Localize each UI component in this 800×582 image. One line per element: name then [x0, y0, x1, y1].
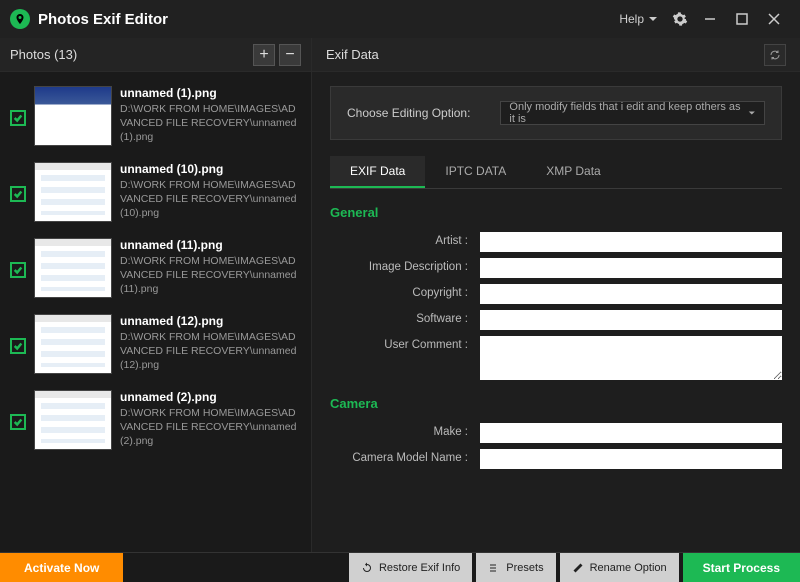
exif-tabs: EXIF Data IPTC DATA XMP Data	[330, 156, 782, 189]
photo-path: D:\WORK FROM HOME\IMAGES\ADVANCED FILE R…	[120, 102, 301, 145]
presets-icon	[488, 562, 500, 574]
label-artist: Artist :	[330, 232, 480, 247]
close-icon	[768, 13, 780, 25]
label-copyright: Copyright :	[330, 284, 480, 299]
photo-path: D:\WORK FROM HOME\IMAGES\ADVANCED FILE R…	[120, 330, 301, 373]
photo-text: unnamed (10).png D:\WORK FROM HOME\IMAGES…	[120, 162, 301, 221]
photo-path: D:\WORK FROM HOME\IMAGES\ADVANCED FILE R…	[120, 254, 301, 297]
tab-iptc-data[interactable]: IPTC DATA	[425, 156, 526, 188]
photo-thumbnail[interactable]	[34, 314, 112, 374]
exif-header: Exif Data	[312, 38, 800, 72]
photo-text: unnamed (11).png D:\WORK FROM HOME\IMAGES…	[120, 238, 301, 297]
chevron-down-icon	[648, 14, 658, 24]
footer: Activate Now Restore Exif Info Presets R…	[0, 552, 800, 582]
check-icon	[13, 189, 23, 199]
photo-text: unnamed (12).png D:\WORK FROM HOME\IMAGES…	[120, 314, 301, 373]
photo-name: unnamed (10).png	[120, 162, 301, 176]
section-camera: Camera Make : Camera Model Name :	[330, 396, 782, 469]
presets-button[interactable]: Presets	[476, 553, 555, 582]
start-process-button[interactable]: Start Process	[683, 553, 800, 582]
photo-thumbnail[interactable]	[34, 238, 112, 298]
chevron-down-icon	[748, 109, 756, 117]
add-photo-button[interactable]: +	[253, 44, 275, 66]
settings-button[interactable]	[666, 5, 694, 33]
photos-list[interactable]: unnamed (1).png D:\WORK FROM HOME\IMAGES\…	[0, 72, 311, 552]
rename-option-button[interactable]: Rename Option	[560, 553, 679, 582]
editing-option-select[interactable]: Only modify fields that i edit and keep …	[500, 101, 765, 125]
photo-text: unnamed (1).png D:\WORK FROM HOME\IMAGES\…	[120, 86, 301, 145]
input-software[interactable]	[480, 310, 782, 330]
gear-icon	[672, 11, 688, 27]
photo-thumbnail[interactable]	[34, 162, 112, 222]
section-general-title: General	[330, 205, 782, 220]
photo-checkbox[interactable]	[10, 110, 26, 126]
editing-option-label: Choose Editing Option:	[347, 106, 470, 120]
close-button[interactable]	[758, 3, 790, 35]
photo-item[interactable]: unnamed (12).png D:\WORK FROM HOME\IMAGES…	[0, 306, 311, 382]
input-user-comment[interactable]	[480, 336, 782, 380]
label-make: Make :	[330, 423, 480, 438]
photos-count: Photos (13)	[10, 47, 77, 62]
input-camera-model[interactable]	[480, 449, 782, 469]
check-icon	[13, 113, 23, 123]
app-logo	[10, 9, 30, 29]
photo-name: unnamed (2).png	[120, 390, 301, 404]
minimize-icon	[704, 13, 716, 25]
refresh-button[interactable]	[764, 44, 786, 66]
photo-checkbox[interactable]	[10, 414, 26, 430]
tab-exif-data[interactable]: EXIF Data	[330, 156, 425, 188]
help-label: Help	[619, 12, 644, 26]
photo-checkbox[interactable]	[10, 186, 26, 202]
minimize-button[interactable]	[694, 3, 726, 35]
photo-name: unnamed (11).png	[120, 238, 301, 252]
editing-option-bar: Choose Editing Option: Only modify field…	[330, 86, 782, 140]
check-icon	[13, 417, 23, 427]
refresh-icon	[769, 49, 781, 61]
remove-photo-button[interactable]: −	[279, 44, 301, 66]
photo-path: D:\WORK FROM HOME\IMAGES\ADVANCED FILE R…	[120, 178, 301, 221]
photo-name: unnamed (12).png	[120, 314, 301, 328]
photos-panel: Photos (13) + − unnamed (1).png D:\WORK F…	[0, 38, 312, 552]
presets-label: Presets	[506, 562, 543, 574]
photo-checkbox[interactable]	[10, 262, 26, 278]
input-copyright[interactable]	[480, 284, 782, 304]
input-make[interactable]	[480, 423, 782, 443]
rename-label: Rename Option	[590, 562, 667, 574]
label-image-description: Image Description :	[330, 258, 480, 273]
exif-panel: Exif Data Choose Editing Option: Only mo…	[312, 38, 800, 552]
photos-header: Photos (13) + −	[0, 38, 311, 72]
section-camera-title: Camera	[330, 396, 782, 411]
label-user-comment: User Comment :	[330, 336, 480, 351]
check-icon	[13, 265, 23, 275]
photo-item[interactable]: unnamed (11).png D:\WORK FROM HOME\IMAGES…	[0, 230, 311, 306]
restore-exif-label: Restore Exif Info	[379, 562, 460, 574]
input-artist[interactable]	[480, 232, 782, 252]
maximize-button[interactable]	[726, 3, 758, 35]
photo-item[interactable]: unnamed (2).png D:\WORK FROM HOME\IMAGES\…	[0, 382, 311, 458]
exif-title: Exif Data	[326, 47, 379, 62]
section-general: General Artist : Image Description : Cop…	[330, 205, 782, 380]
photo-path: D:\WORK FROM HOME\IMAGES\ADVANCED FILE R…	[120, 406, 301, 449]
help-menu[interactable]: Help	[619, 12, 658, 26]
photo-checkbox[interactable]	[10, 338, 26, 354]
rename-icon	[572, 562, 584, 574]
photo-item[interactable]: unnamed (1).png D:\WORK FROM HOME\IMAGES\…	[0, 78, 311, 154]
photo-thumbnail[interactable]	[34, 390, 112, 450]
photo-item[interactable]: unnamed (10).png D:\WORK FROM HOME\IMAGES…	[0, 154, 311, 230]
check-icon	[13, 341, 23, 351]
restore-exif-button[interactable]: Restore Exif Info	[349, 553, 472, 582]
titlebar: Photos Exif Editor Help	[0, 0, 800, 38]
label-camera-model: Camera Model Name :	[330, 449, 480, 464]
photo-name: unnamed (1).png	[120, 86, 301, 100]
restore-icon	[361, 562, 373, 574]
label-software: Software :	[330, 310, 480, 325]
photo-text: unnamed (2).png D:\WORK FROM HOME\IMAGES\…	[120, 390, 301, 449]
photo-thumbnail[interactable]	[34, 86, 112, 146]
app-title: Photos Exif Editor	[38, 11, 168, 28]
maximize-icon	[736, 13, 748, 25]
input-image-description[interactable]	[480, 258, 782, 278]
editing-option-value: Only modify fields that i edit and keep …	[509, 101, 748, 125]
activate-button[interactable]: Activate Now	[0, 553, 123, 582]
tab-xmp-data[interactable]: XMP Data	[526, 156, 620, 188]
